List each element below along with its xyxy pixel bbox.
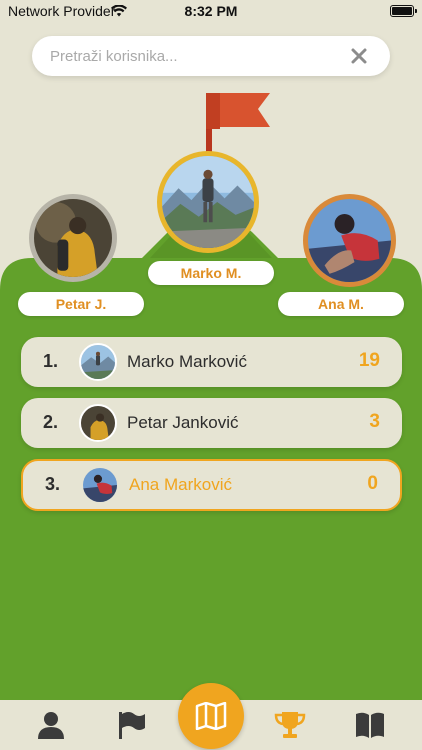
leaderboard-row-current-user[interactable]: 3. Ana Marković 0 <box>21 459 402 511</box>
rank-number: 1. <box>43 351 59 371</box>
flag-icon <box>119 712 145 739</box>
rank-number: 2. <box>43 412 59 432</box>
user-points: 0 <box>367 473 378 494</box>
user-name: Ana Marković <box>129 475 232 494</box>
trophy-icon <box>274 712 306 738</box>
map-icon <box>195 702 227 730</box>
third-place-avatar[interactable] <box>303 194 396 287</box>
rank-number: 3. <box>45 474 61 494</box>
user-name: Petar Janković <box>127 413 239 432</box>
search-bar <box>32 36 390 76</box>
user-points: 19 <box>358 350 380 371</box>
user-points: 3 <box>369 411 380 432</box>
summit-flag-icon <box>206 93 270 153</box>
first-place-label: Marko M. <box>148 261 274 285</box>
tab-profile[interactable] <box>35 710 67 740</box>
third-place-label: Ana M. <box>278 292 404 316</box>
tab-leaderboard[interactable] <box>274 710 306 740</box>
user-avatar <box>79 404 117 442</box>
book-icon <box>356 712 384 738</box>
user-name: Marko Marković <box>127 352 247 371</box>
second-place-label: Petar J. <box>18 292 144 316</box>
tab-map[interactable] <box>178 683 244 749</box>
tab-guide[interactable] <box>354 710 386 740</box>
first-place-avatar[interactable] <box>157 151 259 253</box>
tab-challenges[interactable] <box>115 710 147 740</box>
user-avatar <box>81 466 119 504</box>
leaderboard-row[interactable]: 2. Petar Janković 3 <box>21 398 402 448</box>
user-icon <box>38 712 64 739</box>
user-avatar <box>79 343 117 381</box>
clear-search-icon[interactable] <box>350 47 368 65</box>
leaderboard-row[interactable]: 1. Marko Marković 19 <box>21 337 402 387</box>
search-input[interactable] <box>50 36 350 76</box>
second-place-avatar[interactable] <box>29 194 117 282</box>
